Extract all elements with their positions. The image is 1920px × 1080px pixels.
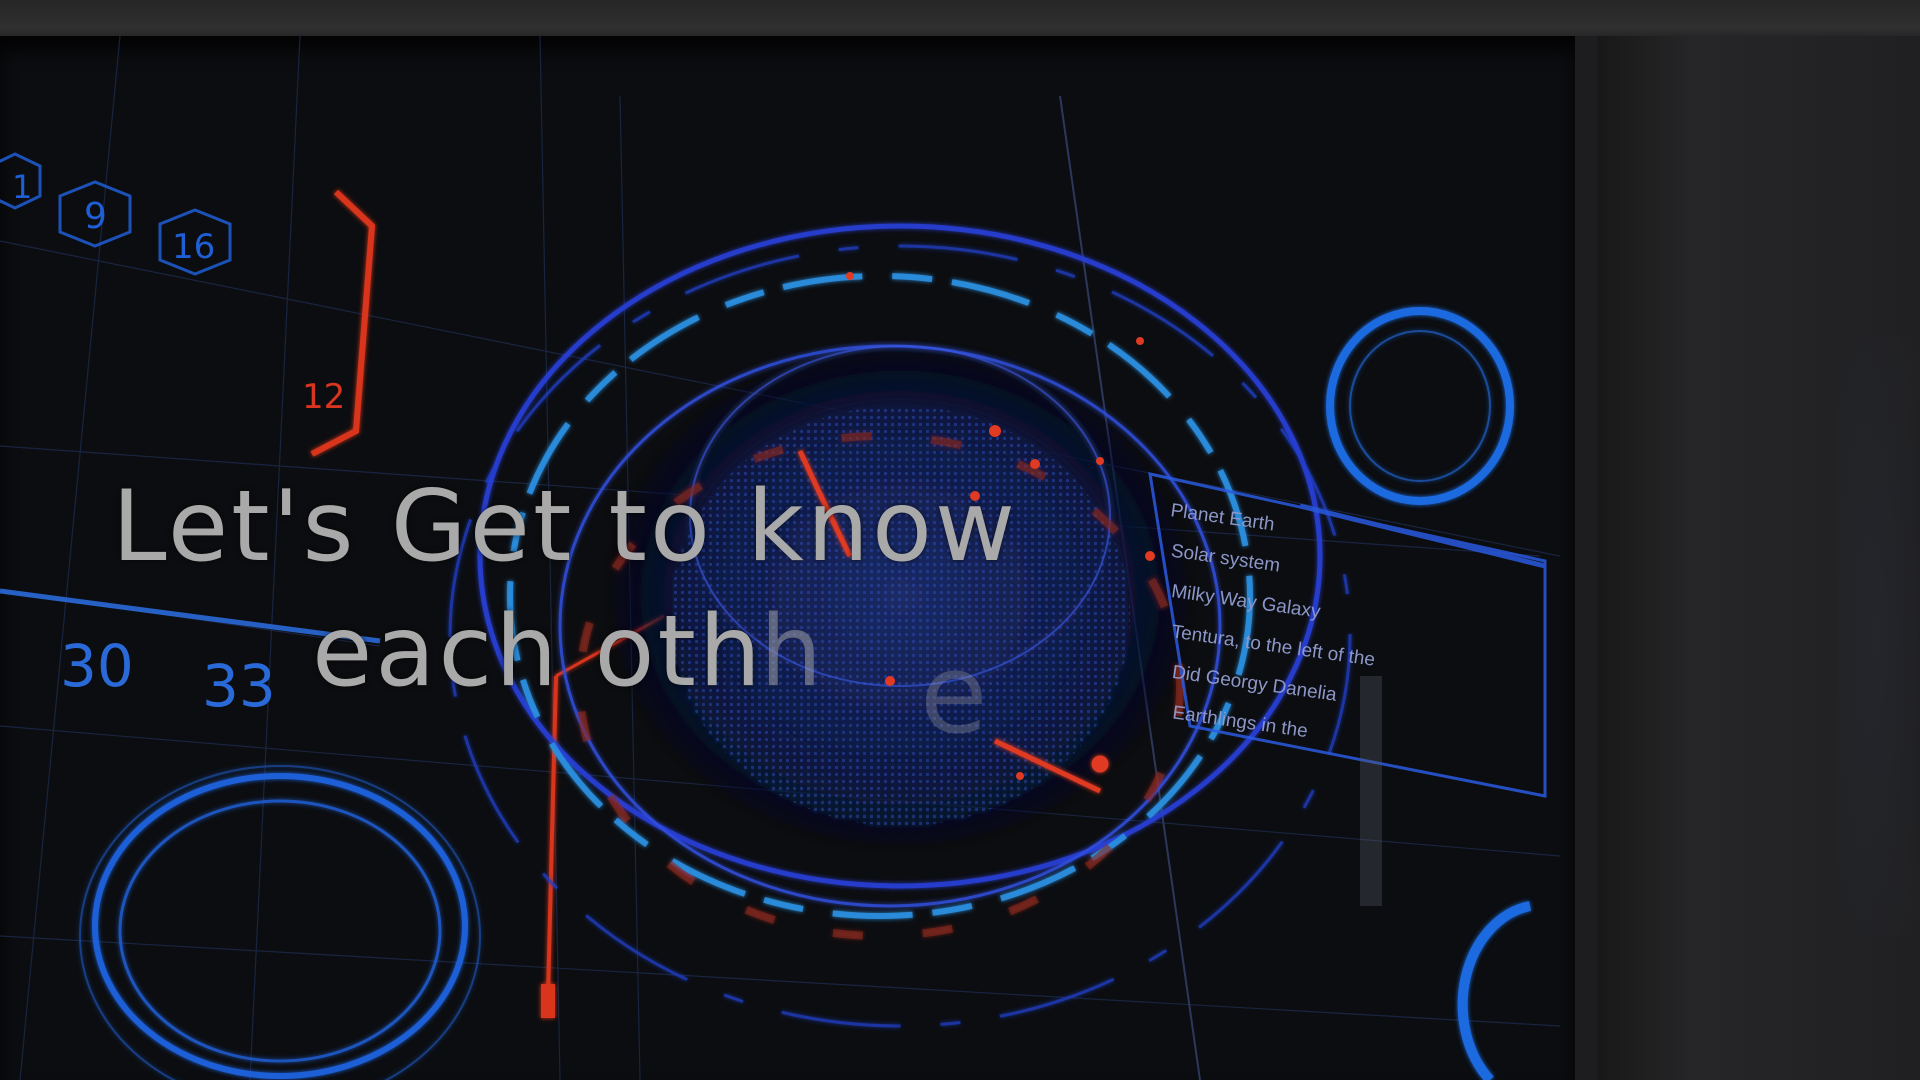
badge-label: 9 bbox=[84, 196, 107, 237]
left-number: 30 bbox=[60, 632, 134, 700]
left-number: 33 bbox=[202, 652, 276, 720]
title-fading-letter: e bbox=[920, 630, 988, 758]
monitor-top-frame bbox=[0, 0, 1920, 40]
info-item: Tentura, to the left of the bbox=[1170, 621, 1376, 670]
faded-letter-bar bbox=[1360, 676, 1382, 906]
bracket-number: 12 bbox=[302, 377, 345, 417]
badge-label: 16 bbox=[172, 227, 215, 267]
bottom-left-ring bbox=[79, 765, 481, 1080]
badge-label: 1 bbox=[12, 168, 32, 206]
title-line-2: each oth bbox=[312, 595, 764, 709]
background-wall bbox=[1597, 36, 1920, 1080]
info-item: Did Georgy Danelia bbox=[1171, 662, 1339, 706]
title-fading-letter: h bbox=[760, 595, 823, 709]
title-line-1: Let's Get to know bbox=[112, 470, 1019, 584]
